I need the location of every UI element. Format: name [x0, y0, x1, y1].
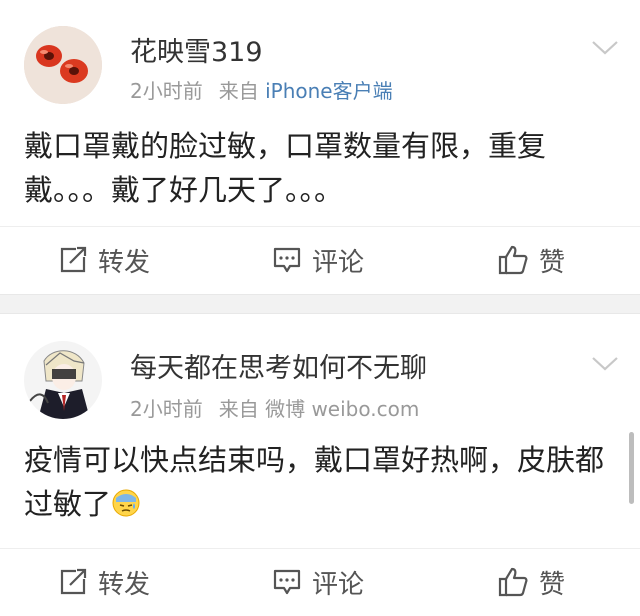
post-time: 2小时前 — [130, 397, 203, 421]
weibo-post[interactable]: 每天都在思考如何不无聊 2小时前 来自 微博 weibo.com 疫情可以快点结束… — [0, 314, 640, 616]
action-bar: 转发 评论 赞 — [0, 226, 640, 292]
comment-button[interactable]: 评论 — [272, 227, 364, 293]
post-meta: 2小时前 来自 iPhone客户端 — [130, 75, 393, 104]
comment-button[interactable]: 评论 — [272, 549, 364, 615]
sweat-emoji-icon — [112, 489, 140, 517]
source-app-text[interactable]: 微博 weibo.com — [265, 397, 419, 421]
source-app-link[interactable]: iPhone客户端 — [265, 79, 393, 103]
like-label: 赞 — [539, 247, 566, 278]
avatar-image — [24, 341, 102, 419]
avatar[interactable] — [24, 341, 102, 419]
post-separator — [0, 294, 640, 314]
like-button[interactable]: 赞 — [497, 227, 565, 293]
comment-label: 评论 — [312, 569, 365, 600]
like-button[interactable]: 赞 — [497, 549, 565, 615]
chevron-down-icon[interactable] — [590, 38, 620, 58]
post-time: 2小时前 — [130, 79, 203, 103]
weibo-post[interactable]: 花映雪319 2小时前 来自 iPhone客户端 戴口罩戴的脸过敏，口罩数量有限，… — [0, 0, 640, 294]
like-icon — [498, 567, 528, 597]
repost-button[interactable]: 转发 — [58, 549, 150, 615]
post-content: 戴口罩戴的脸过敏，口罩数量有限，重复戴。。。戴了好几天了。。。 — [24, 129, 547, 207]
scrollbar[interactable] — [629, 432, 634, 504]
comment-icon — [273, 247, 301, 273]
avatar[interactable] — [24, 26, 102, 104]
repost-icon — [60, 246, 87, 273]
post-meta: 2小时前 来自 微博 weibo.com — [130, 393, 419, 422]
like-label: 赞 — [539, 569, 566, 600]
chevron-down-icon[interactable] — [590, 354, 620, 374]
repost-label: 转发 — [98, 569, 151, 600]
comment-label: 评论 — [312, 247, 365, 278]
action-bar: 转发 评论 赞 — [0, 548, 640, 614]
username[interactable]: 花映雪319 — [130, 30, 263, 69]
comment-icon — [273, 569, 301, 595]
username[interactable]: 每天都在思考如何不无聊 — [130, 346, 427, 385]
source-prefix: 来自 — [218, 397, 259, 421]
repost-button[interactable]: 转发 — [58, 227, 150, 293]
source-prefix: 来自 — [218, 79, 259, 103]
repost-label: 转发 — [98, 247, 151, 278]
post-content: 疫情可以快点结束吗，戴口罩好热啊，皮肤都过敏了 — [24, 438, 616, 526]
like-icon — [498, 245, 528, 275]
repost-icon — [60, 568, 87, 595]
avatar-image — [24, 26, 102, 104]
